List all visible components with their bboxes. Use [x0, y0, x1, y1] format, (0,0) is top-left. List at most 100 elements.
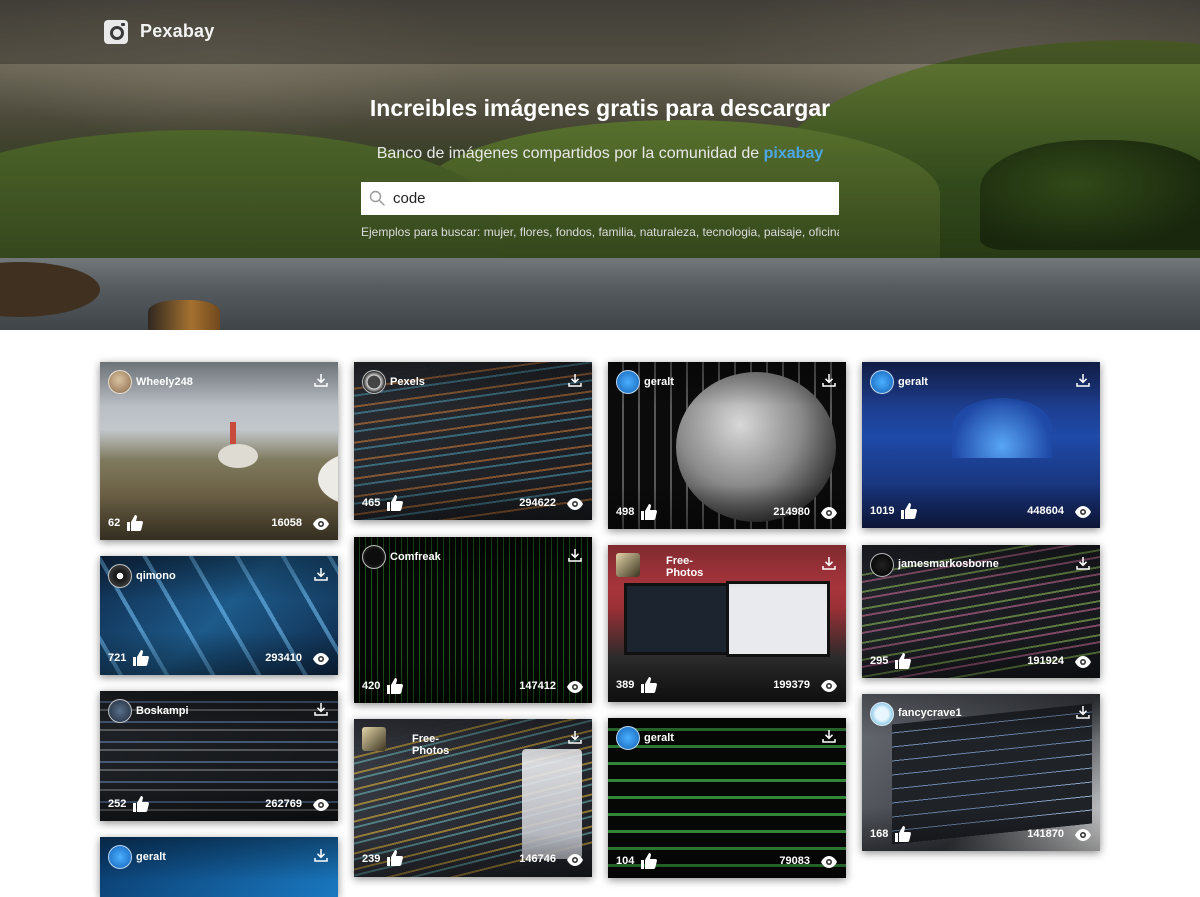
- card-username[interactable]: geralt: [644, 376, 674, 388]
- avatar[interactable]: [108, 370, 132, 394]
- card-views: 293410: [265, 652, 302, 664]
- download-icon[interactable]: [1075, 555, 1091, 571]
- image-card[interactable]: Free-Photos 239 146746: [354, 719, 592, 877]
- card-views: 214980: [773, 506, 810, 518]
- card-username[interactable]: geralt: [898, 376, 928, 388]
- card-username[interactable]: qimono: [136, 570, 176, 582]
- card-likes: 295: [870, 655, 889, 667]
- card-username[interactable]: Free-Photos: [666, 555, 706, 579]
- thumbs-up-icon[interactable]: [126, 514, 144, 532]
- thumbs-up-icon[interactable]: [894, 652, 912, 670]
- thumbs-up-icon[interactable]: [132, 795, 150, 813]
- download-icon[interactable]: [567, 372, 583, 388]
- eye-icon: [1075, 656, 1091, 668]
- hero-title: Increibles imágenes gratis para descarga…: [369, 95, 831, 121]
- card-likes: 465: [362, 497, 381, 509]
- card-likes: 1019: [870, 505, 895, 517]
- thumbs-up-icon[interactable]: [640, 852, 658, 870]
- card-username[interactable]: geralt: [644, 732, 674, 744]
- card-likes: 498: [616, 506, 635, 518]
- avatar[interactable]: [362, 545, 386, 569]
- image-card[interactable]: geralt 1019 448604: [862, 362, 1100, 528]
- card-views: 448604: [1027, 505, 1064, 517]
- hero-subtitle-text: Banco de imágenes compartidos por la com…: [376, 145, 760, 162]
- card-username[interactable]: fancycrave1: [898, 707, 962, 719]
- card-username[interactable]: Boskampi: [136, 705, 189, 717]
- card-views: 141870: [1027, 828, 1064, 840]
- thumbs-up-icon[interactable]: [640, 676, 658, 694]
- avatar[interactable]: [616, 553, 640, 577]
- card-likes: 62: [108, 517, 121, 529]
- eye-icon: [567, 498, 583, 510]
- avatar[interactable]: [108, 564, 132, 588]
- avatar[interactable]: [108, 845, 132, 869]
- avatar[interactable]: [870, 702, 894, 726]
- hero-subtitle: Banco de imágenes compartidos por la com…: [0, 145, 1200, 163]
- download-icon[interactable]: [313, 847, 329, 863]
- image-card[interactable]: Pexels 465 294622: [354, 362, 592, 520]
- card-username[interactable]: Comfreak: [390, 551, 441, 563]
- search-icon: [369, 190, 385, 206]
- card-username[interactable]: jamesmarkosborne: [898, 558, 999, 570]
- download-icon[interactable]: [1075, 704, 1091, 720]
- image-card[interactable]: Free-Photos 389 199379: [608, 545, 846, 702]
- eye-icon: [567, 854, 583, 866]
- card-views: 16058: [271, 517, 302, 529]
- thumbs-up-icon[interactable]: [386, 677, 404, 695]
- download-icon[interactable]: [821, 372, 837, 388]
- eye-icon: [821, 507, 837, 519]
- card-views: 146746: [519, 853, 556, 865]
- card-likes: 420: [362, 680, 381, 692]
- eye-icon: [567, 681, 583, 693]
- download-icon[interactable]: [821, 555, 837, 571]
- brand-logo-text[interactable]: Pexabay: [140, 21, 214, 42]
- card-username[interactable]: Wheely248: [136, 376, 193, 388]
- avatar[interactable]: [870, 370, 894, 394]
- image-card[interactable]: Wheely248 62 16058: [100, 362, 338, 540]
- card-views: 147412: [519, 680, 556, 692]
- search-input[interactable]: [389, 183, 835, 214]
- thumbs-up-icon[interactable]: [132, 649, 150, 667]
- card-username[interactable]: Free-Photos: [412, 733, 452, 757]
- download-icon[interactable]: [313, 701, 329, 717]
- image-card[interactable]: Comfreak 420 147412: [354, 537, 592, 703]
- pixabay-link[interactable]: pixabay: [764, 145, 824, 162]
- card-username[interactable]: Pexels: [390, 376, 425, 388]
- image-card[interactable]: Boskampi 252 262769: [100, 691, 338, 821]
- card-username[interactable]: geralt: [136, 851, 166, 863]
- avatar[interactable]: [108, 699, 132, 723]
- download-icon[interactable]: [1075, 372, 1091, 388]
- thumbs-up-icon[interactable]: [900, 502, 918, 520]
- card-views: 294622: [519, 497, 556, 509]
- eye-icon: [1075, 506, 1091, 518]
- image-card[interactable]: fancycrave1 168 141870: [862, 694, 1100, 851]
- image-card[interactable]: geralt 498 214980: [608, 362, 846, 529]
- image-card[interactable]: qimono 721 293410: [100, 556, 338, 675]
- avatar[interactable]: [616, 370, 640, 394]
- download-icon[interactable]: [567, 547, 583, 563]
- avatar[interactable]: [362, 727, 386, 751]
- card-views: 262769: [265, 798, 302, 810]
- thumbs-up-icon[interactable]: [894, 825, 912, 843]
- card-views: 191924: [1027, 655, 1064, 667]
- card-likes: 721: [108, 652, 127, 664]
- image-card[interactable]: geralt 104 79083: [608, 718, 846, 878]
- thumbs-up-icon[interactable]: [386, 494, 404, 512]
- thumbs-up-icon[interactable]: [386, 849, 404, 867]
- avatar[interactable]: [616, 726, 640, 750]
- camera-icon[interactable]: [104, 20, 128, 44]
- download-icon[interactable]: [313, 372, 329, 388]
- thumbs-up-icon[interactable]: [640, 503, 658, 521]
- image-card[interactable]: geralt: [100, 837, 338, 897]
- download-icon[interactable]: [821, 728, 837, 744]
- download-icon[interactable]: [313, 566, 329, 582]
- eye-icon: [313, 518, 329, 530]
- avatar[interactable]: [870, 553, 894, 577]
- image-card[interactable]: jamesmarkosborne 295 191924: [862, 545, 1100, 678]
- card-views: 79083: [779, 855, 810, 867]
- card-views: 199379: [773, 679, 810, 691]
- avatar[interactable]: [362, 370, 386, 394]
- card-likes: 389: [616, 679, 635, 691]
- eye-icon: [313, 799, 329, 811]
- download-icon[interactable]: [567, 729, 583, 745]
